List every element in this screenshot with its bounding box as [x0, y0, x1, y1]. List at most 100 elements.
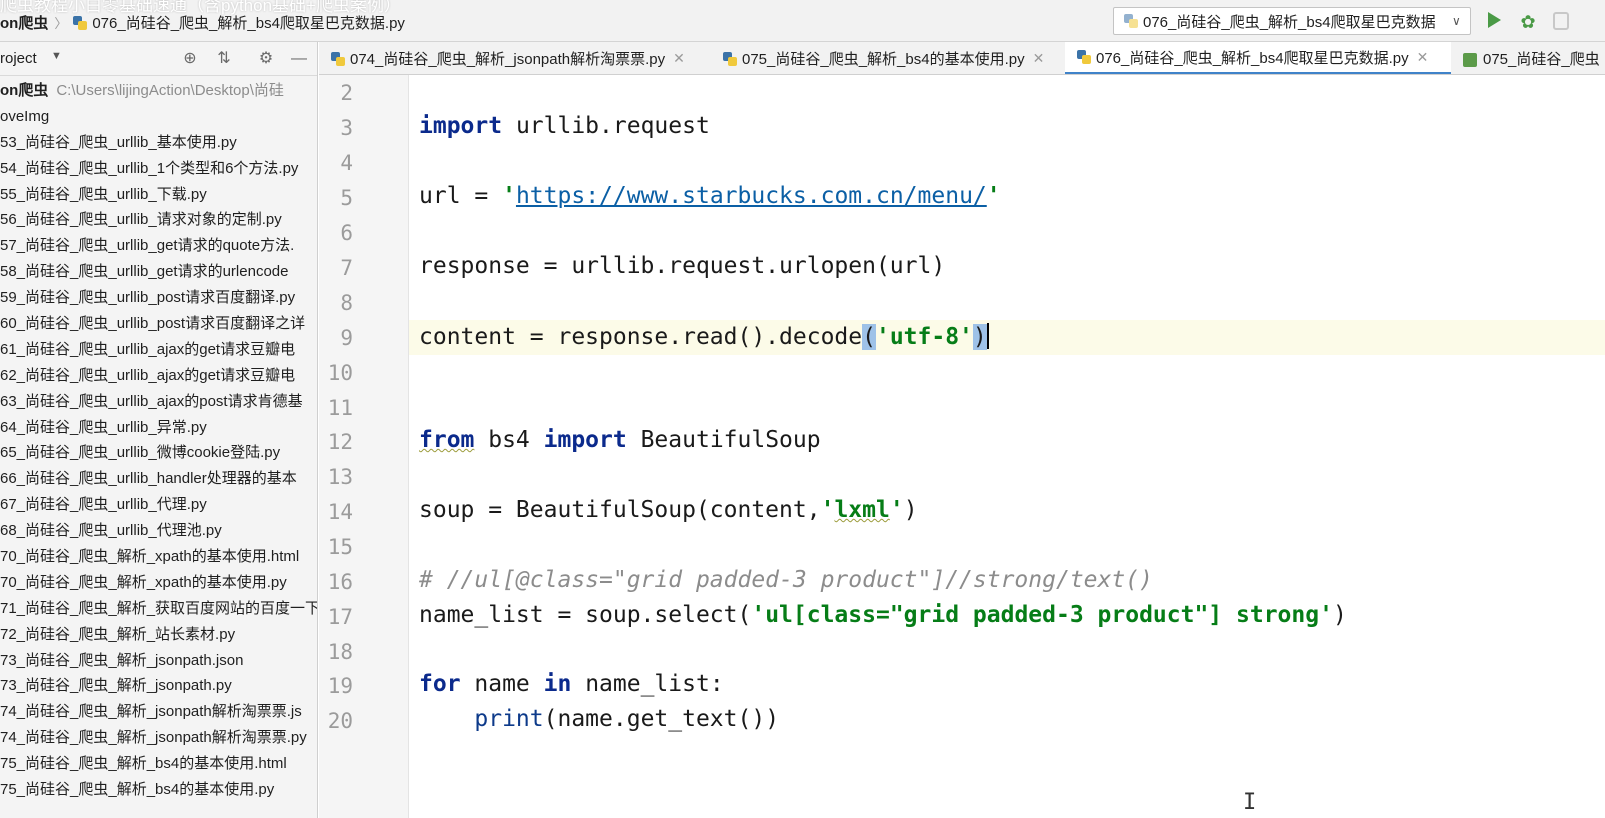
dropdown-arrow-icon[interactable]: ▼ [51, 50, 62, 62]
line-number: 3 [340, 116, 353, 140]
url-link[interactable]: https://www.starbucks.com.cn/menu/ [516, 183, 987, 209]
line-number: 15 [327, 535, 353, 559]
code-line-20[interactable]: print(name.get_text()) [419, 706, 779, 732]
tree-file-item[interactable]: 59_尚硅谷_爬虫_urllib_post请求百度翻译.py [0, 285, 317, 311]
locate-target-icon[interactable]: ⊕ [180, 49, 200, 69]
tree-file-item[interactable]: 75_尚硅谷_爬虫_解析_bs4的基本使用.py [0, 777, 317, 803]
tree-file-item[interactable]: 61_尚硅谷_爬虫_urllib_ajax的get请求豆瓣电 [0, 337, 317, 363]
breadcrumb: on爬虫 〉 076_尚硅谷_爬虫_解析_bs4爬取星巴克数据.py [0, 12, 405, 33]
tab-label: 076_尚硅谷_爬虫_解析_bs4爬取星巴克数据.py [1096, 49, 1409, 67]
run-configuration-select[interactable]: 076_尚硅谷_爬虫_解析_bs4爬取星巴克数据 ∨ [1113, 7, 1471, 35]
close-icon[interactable]: ✕ [1033, 50, 1045, 67]
code-editor[interactable]: 2 3 4 5 6 7 8 9 10 11 12 13 14 15 16 17 18 19 20 import ur… [319, 75, 1605, 818]
code-line-14[interactable]: soup = BeautifulSoup(content,'lxml') [419, 497, 918, 523]
tree-file-item[interactable]: 62_尚硅谷_爬虫_urllib_ajax的get请求豆瓣电 [0, 363, 317, 389]
html-file-icon [1463, 52, 1477, 67]
chevron-down-icon: ∨ [1452, 14, 1461, 28]
tree-file-item[interactable]: 53_尚硅谷_爬虫_urllib_基本使用.py [0, 130, 317, 156]
code-line-7[interactable]: response = urllib.request.urlopen(url) [419, 253, 945, 279]
line-number: 18 [327, 640, 353, 664]
project-tool-window: roject ▼ ⊕ ⇅ ⚙ — on爬虫 C:\Users\lijingActi… [0, 42, 318, 818]
debug-bug-icon[interactable]: ✿ [1518, 12, 1538, 32]
code-line-12[interactable]: from bs4 import BeautifulSoup [419, 427, 821, 453]
line-number: 20 [327, 709, 353, 733]
tree-file-item[interactable]: 67_尚硅谷_爬虫_urllib_代理.py [0, 492, 317, 518]
tree-file-item[interactable]: 63_尚硅谷_爬虫_urllib_ajax的post请求肯德基 [0, 389, 317, 415]
tree-file-item[interactable]: 70_尚硅谷_爬虫_解析_xpath的基本使用.html [0, 544, 317, 570]
breadcrumb-separator-icon: 〉 [54, 16, 68, 31]
minimize-icon[interactable]: — [289, 49, 309, 69]
breadcrumb-file[interactable]: 076_尚硅谷_爬虫_解析_bs4爬取星巴克数据.py [92, 12, 405, 33]
tree-file-item[interactable]: 56_尚硅谷_爬虫_urllib_请求对象的定制.py [0, 207, 317, 233]
tree-file-item[interactable]: 60_尚硅谷_爬虫_urllib_post请求百度翻译之详 [0, 311, 317, 337]
line-number: 6 [340, 221, 353, 245]
tree-file-item[interactable]: 65_尚硅谷_爬虫_urllib_微博cookie登陆.py [0, 440, 317, 466]
tab-label: 075_尚硅谷_爬虫_解析_bs4的基本使用.py [742, 51, 1025, 68]
mouse-ibeam-cursor-icon: I [1243, 790, 1257, 815]
tree-file-item[interactable]: 71_尚硅谷_爬虫_解析_获取百度网站的百度一下 [0, 596, 317, 622]
tree-file-item[interactable]: 55_尚硅谷_爬虫_urllib_下载.py [0, 182, 317, 208]
tree-file-item[interactable]: 74_尚硅谷_爬虫_解析_jsonpath解析淘票票.py [0, 725, 317, 751]
line-number: 16 [327, 570, 353, 594]
python-file-icon [331, 51, 345, 66]
line-number: 4 [340, 151, 353, 175]
code-line-5[interactable]: url = 'https://www.starbucks.com.cn/menu… [419, 183, 1001, 209]
code-line-9[interactable]: content = response.read().decode('utf-8'… [419, 323, 989, 350]
tree-file-item[interactable]: oveImg [0, 104, 317, 130]
tree-items: oveImg 53_尚硅谷_爬虫_urllib_基本使用.py 54_尚硅谷_爬虫_… [0, 104, 317, 803]
line-number: 7 [340, 256, 353, 280]
python-file-icon [1077, 50, 1091, 64]
tree-root[interactable]: on爬虫 C:\Users\lijingAction\Desktop\尚硅 [0, 78, 317, 104]
tab-075[interactable]: 075_尚硅谷_爬虫_解析_bs4的基本使用.py ✕ [711, 42, 1065, 74]
tree-file-item[interactable]: 58_尚硅谷_爬虫_urllib_get请求的urlencode [0, 259, 317, 285]
project-tree: on爬虫 C:\Users\lijingAction\Desktop\尚硅 ove… [0, 78, 317, 803]
code-line-3[interactable]: import urllib.request [419, 113, 710, 139]
tree-file-item[interactable]: 75_尚硅谷_爬虫_解析_bs4的基本使用.html [0, 751, 317, 777]
line-number: 8 [340, 291, 353, 315]
python-file-icon [73, 15, 88, 30]
stop-icon[interactable] [1553, 12, 1569, 30]
tree-file-item[interactable]: 73_尚硅谷_爬虫_解析_jsonpath.py [0, 673, 317, 699]
line-number: 14 [327, 500, 353, 524]
line-number: 12 [327, 430, 353, 454]
line-number: 5 [340, 186, 353, 210]
python-file-icon [723, 51, 737, 66]
navigation-bar: 爬虫教程小白零基础速通（含python基础+爬虫案例） on爬虫 〉 076_尚… [0, 0, 1605, 42]
run-icon[interactable] [1488, 12, 1501, 28]
project-panel-title[interactable]: roject [0, 50, 37, 67]
line-number: 10 [327, 361, 353, 385]
line-number: 17 [327, 605, 353, 629]
tree-file-item[interactable]: 72_尚硅谷_爬虫_解析_站长素材.py [0, 622, 317, 648]
tab-076-active[interactable]: 076_尚硅谷_爬虫_解析_bs4爬取星巴克数据.py ✕ [1065, 42, 1451, 74]
tree-file-item[interactable]: 54_尚硅谷_爬虫_urllib_1个类型和6个方法.py [0, 156, 317, 182]
text-caret [986, 323, 989, 349]
tree-file-item[interactable]: 74_尚硅谷_爬虫_解析_jsonpath解析淘票票.js [0, 699, 317, 725]
gear-icon[interactable]: ⚙ [256, 49, 276, 69]
breadcrumb-project[interactable]: on爬虫 [0, 12, 48, 33]
tree-file-item[interactable]: 70_尚硅谷_爬虫_解析_xpath的基本使用.py [0, 570, 317, 596]
tab-075-html[interactable]: 075_尚硅谷_爬虫 [1451, 42, 1605, 74]
python-file-icon [1124, 14, 1138, 28]
editor-tab-bar: 074_尚硅谷_爬虫_解析_jsonpath解析淘票票.py ✕ 075_尚硅谷… [319, 42, 1605, 75]
tree-file-item[interactable]: 68_尚硅谷_爬虫_urllib_代理池.py [0, 518, 317, 544]
close-icon[interactable]: ✕ [673, 50, 685, 67]
run-configuration-label: 076_尚硅谷_爬虫_解析_bs4爬取星巴克数据 [1143, 13, 1436, 31]
line-number-gutter: 2 3 4 5 6 7 8 9 10 11 12 13 14 15 16 17 18 19 20 [319, 75, 409, 818]
code-line-17[interactable]: name_list = soup.select('ul[class="grid … [419, 602, 1347, 628]
project-panel-header: roject ▼ ⊕ ⇅ ⚙ — [0, 42, 317, 76]
tab-label: 074_尚硅谷_爬虫_解析_jsonpath解析淘票票.py [350, 51, 666, 68]
tree-file-item[interactable]: 64_尚硅谷_爬虫_urllib_异常.py [0, 415, 317, 441]
line-number: 19 [327, 674, 353, 698]
code-line-16-comment[interactable]: # //ul[@class="grid padded-3 product"]//… [419, 567, 1153, 593]
tab-074[interactable]: 074_尚硅谷_爬虫_解析_jsonpath解析淘票票.py ✕ [319, 42, 711, 74]
tree-file-item[interactable]: 57_尚硅谷_爬虫_urllib_get请求的quote方法. [0, 233, 317, 259]
line-number: 13 [327, 465, 353, 489]
line-number: 9 [340, 326, 353, 350]
tree-root-label: on爬虫 [0, 82, 49, 99]
close-icon[interactable]: ✕ [1417, 49, 1429, 66]
tree-root-path: C:\Users\lijingAction\Desktop\尚硅 [56, 82, 284, 99]
tree-file-item[interactable]: 73_尚硅谷_爬虫_解析_jsonpath.json [0, 648, 317, 674]
code-line-19[interactable]: for name in name_list: [419, 671, 724, 697]
collapse-all-icon[interactable]: ⇅ [214, 49, 234, 69]
tree-file-item[interactable]: 66_尚硅谷_爬虫_urllib_handler处理器的基本 [0, 466, 317, 492]
